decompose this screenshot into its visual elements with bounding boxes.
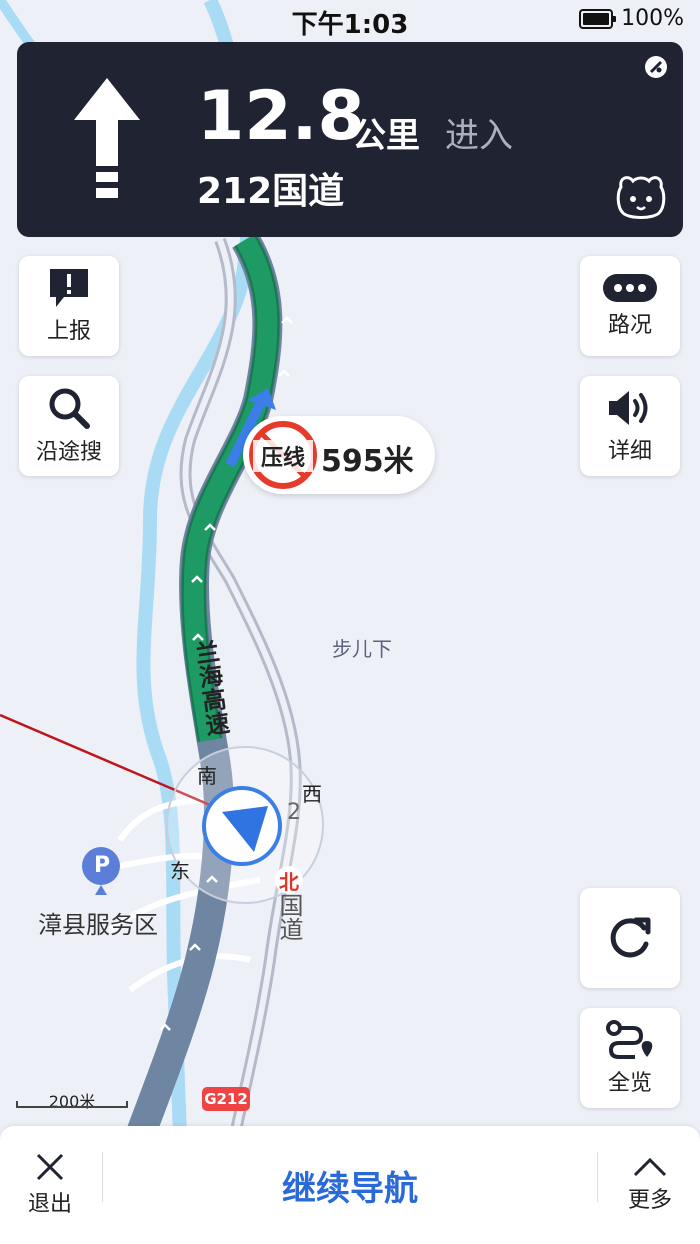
gps-signal-icon: [645, 56, 667, 78]
overview-button[interactable]: 全览: [580, 1008, 680, 1108]
warning-distance: 595米: [321, 444, 414, 479]
report-label: 上报: [46, 319, 91, 344]
exit-button[interactable]: 退出: [0, 1126, 100, 1244]
scale-label: 200米: [48, 1092, 96, 1111]
lane-warning-bubble[interactable]: 压线 595米: [243, 416, 435, 494]
bottom-bar: 退出 继续导航 更多: [0, 1126, 700, 1244]
scale-bar: 200米: [16, 1088, 128, 1111]
g212-shield: G212: [202, 1087, 250, 1111]
road-number-label: 2: [287, 800, 301, 825]
battery-indicator: 100%: [579, 6, 684, 31]
overview-label: 全览: [607, 1071, 652, 1096]
road-name-label: 国道: [275, 893, 303, 941]
compass-east: 东: [170, 859, 190, 883]
straight-arrow-icon: [74, 78, 140, 198]
search-along-route-label: 沿途搜: [35, 440, 102, 465]
close-icon: [36, 1153, 64, 1181]
battery-percent: 100%: [621, 6, 684, 31]
search-along-route-button[interactable]: 沿途搜: [19, 376, 119, 476]
report-button[interactable]: 上报: [19, 256, 119, 356]
chevron-up-icon: [633, 1157, 667, 1177]
village-label: 步儿下: [332, 637, 392, 661]
distance-value: 12.8: [197, 77, 365, 156]
voice-assistant-icon[interactable]: [615, 173, 667, 221]
refresh-button[interactable]: [580, 888, 680, 988]
guidance-panel[interactable]: 12.8 公里 进入 212国道: [17, 42, 683, 237]
exit-label: 退出: [27, 1192, 72, 1217]
traffic-icon: [603, 274, 657, 302]
action-text: 进入: [445, 116, 513, 156]
compass-west: 西: [302, 782, 322, 806]
traffic-button[interactable]: 路况: [580, 256, 680, 356]
warning-sign-text: 压线: [253, 440, 313, 472]
more-button[interactable]: 更多: [600, 1126, 700, 1244]
report-icon: [50, 269, 88, 307]
voice-detail-button[interactable]: 详细: [580, 376, 680, 476]
compass-south: 南: [197, 764, 217, 788]
distance-unit: 公里: [352, 116, 420, 156]
road-name: 212国道: [197, 171, 345, 212]
traffic-label: 路况: [607, 313, 652, 338]
voice-detail-label: 详细: [607, 439, 652, 464]
route-overview-icon: [606, 1020, 653, 1059]
speaker-icon: [609, 391, 648, 425]
status-bar: 下午1:03 100%: [0, 0, 700, 40]
service-area-label[interactable]: 漳县服务区: [38, 905, 158, 940]
compass-north: 北: [275, 866, 303, 894]
refresh-icon: [610, 917, 651, 958]
battery-icon: [579, 8, 617, 29]
search-icon: [49, 388, 90, 429]
parking-icon: P: [94, 853, 111, 878]
continue-navigation-button[interactable]: 继续导航: [103, 1126, 597, 1244]
more-label: 更多: [627, 1188, 672, 1213]
